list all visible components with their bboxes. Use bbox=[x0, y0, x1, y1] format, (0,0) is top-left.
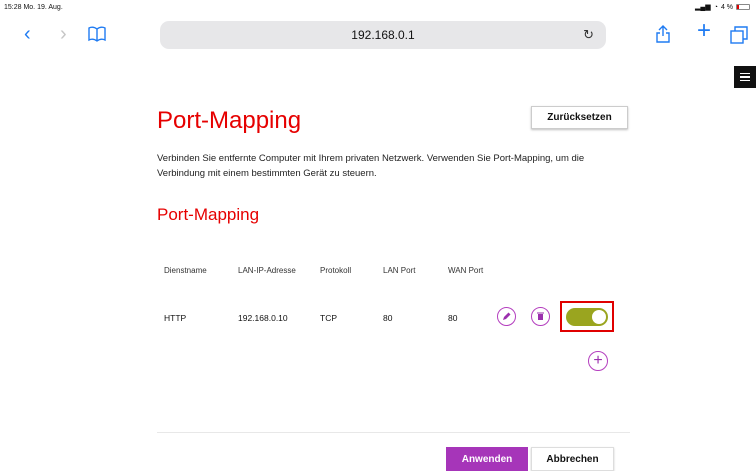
wifi-icon: ◔ bbox=[713, 3, 718, 11]
section-title: Port-Mapping bbox=[157, 205, 260, 224]
tabs-icon[interactable] bbox=[730, 26, 748, 48]
back-icon[interactable]: ‹ bbox=[24, 24, 31, 44]
column-header-service: Dienstname bbox=[164, 266, 207, 275]
enable-toggle[interactable] bbox=[566, 308, 608, 326]
column-header-lan-port: LAN Port bbox=[383, 266, 416, 275]
signal-icon: ▂▄▆ bbox=[694, 4, 711, 11]
menu-icon[interactable] bbox=[734, 66, 756, 88]
column-header-lan-ip: LAN-IP-Adresse bbox=[238, 266, 296, 275]
cell-wan-port: 80 bbox=[448, 313, 458, 323]
status-indicators: ▂▄▆ ◔ 4 % bbox=[695, 3, 750, 11]
toggle-knob bbox=[592, 310, 606, 324]
column-header-wan-port: WAN Port bbox=[448, 266, 484, 275]
divider bbox=[157, 432, 630, 433]
toggle-highlight bbox=[560, 301, 614, 332]
browser-toolbar: ‹ › 192.168.0.1 ↻ + bbox=[0, 16, 756, 58]
cancel-button[interactable]: Abbrechen bbox=[531, 447, 614, 471]
url-text: 192.168.0.1 bbox=[351, 28, 415, 42]
column-header-protocol: Protokoll bbox=[320, 266, 352, 275]
edit-button[interactable] bbox=[497, 307, 516, 326]
cell-service: HTTP bbox=[164, 313, 187, 323]
edit-icon bbox=[503, 312, 511, 320]
status-bar: 15:28 Mo. 19. Aug. ▂▄▆ ◔ 4 % bbox=[0, 0, 756, 16]
battery-percent: 4 % bbox=[720, 3, 733, 11]
delete-icon bbox=[537, 312, 544, 320]
battery-icon bbox=[736, 4, 750, 10]
delete-button[interactable] bbox=[531, 307, 550, 326]
share-icon[interactable] bbox=[656, 25, 670, 47]
cell-lan-port: 80 bbox=[383, 313, 393, 323]
bookmarks-icon[interactable] bbox=[88, 26, 106, 46]
new-tab-icon[interactable]: + bbox=[697, 19, 711, 43]
cell-protocol: TCP bbox=[320, 313, 337, 323]
reset-button[interactable]: Zurücksetzen bbox=[531, 106, 628, 129]
forward-icon[interactable]: › bbox=[60, 24, 67, 44]
cell-lan-ip: 192.168.0.10 bbox=[238, 313, 288, 323]
add-icon[interactable]: + bbox=[588, 351, 608, 371]
apply-button[interactable]: Anwenden bbox=[446, 447, 528, 471]
reload-icon[interactable]: ↻ bbox=[583, 27, 594, 43]
address-bar[interactable]: 192.168.0.1 ↻ bbox=[160, 21, 606, 49]
page-title: Port-Mapping bbox=[157, 107, 302, 134]
status-time: 15:28 Mo. 19. Aug. bbox=[4, 4, 63, 11]
page-description: Verbinden Sie entfernte Computer mit Ihr… bbox=[157, 153, 585, 179]
